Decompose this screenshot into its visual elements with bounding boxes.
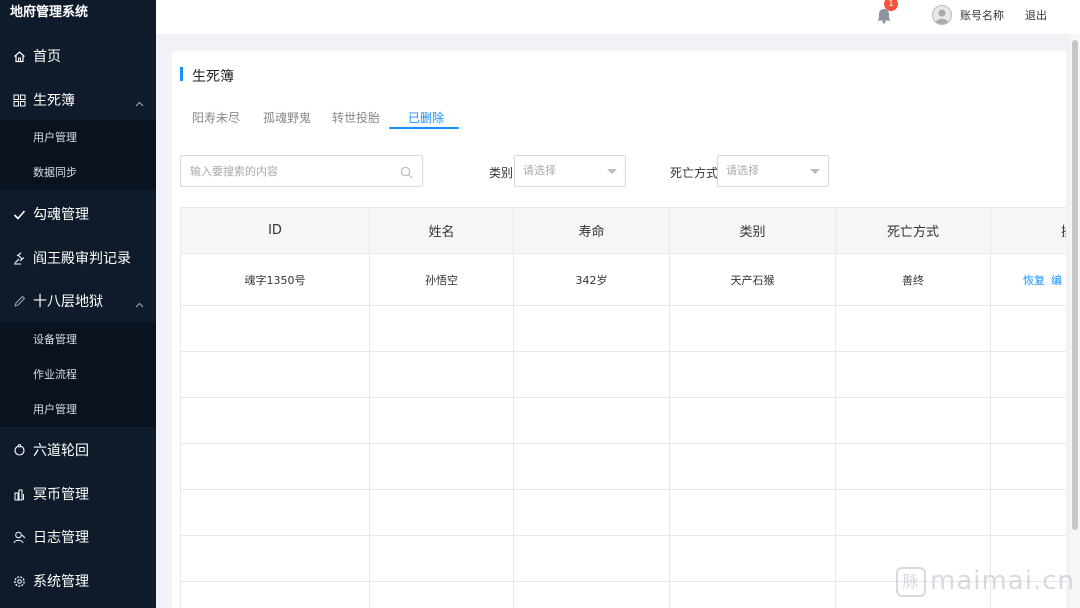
category-select-placeholder: 请选择 — [523, 164, 556, 177]
home-icon — [12, 49, 26, 63]
sidebar-item-home[interactable]: 首页 — [0, 36, 156, 76]
tab-zhuanshi-toutai[interactable]: 转世投胎 — [332, 109, 380, 126]
column-header-death-method: 死亡方式 — [835, 207, 991, 254]
column-header-id: ID — [180, 207, 370, 254]
top-bar: 1 账号名称 退出 — [156, 0, 1080, 34]
sidebar: 地府管理系统 首页 生死簿 用户管理 数据同步 勾魂管理 阎王殿审判记录 十八层… — [0, 0, 156, 608]
pen-icon — [12, 294, 26, 308]
tab-deleted[interactable]: 已删除 — [408, 109, 444, 126]
sidebar-item-label: 日志管理 — [33, 530, 89, 546]
cell-name: 孙悟空 — [369, 253, 514, 306]
cell-category: 天产石猴 — [669, 253, 836, 306]
empty-table-row — [180, 305, 1066, 352]
app-title: 地府管理系统 — [10, 5, 89, 20]
watermark: 脉 maimai.cn — [896, 566, 1075, 597]
person-icon — [12, 530, 26, 544]
empty-table-row — [180, 351, 1066, 398]
death-method-select[interactable]: 请选择 — [717, 155, 829, 187]
search-icon[interactable] — [400, 164, 413, 183]
death-method-filter-label: 死亡方式 — [670, 166, 719, 180]
cell-death-method: 善终 — [835, 253, 991, 306]
chevron-up-icon — [135, 95, 144, 111]
sidebar-subitem-workflow[interactable]: 作业流程 — [0, 357, 156, 392]
search-box — [180, 155, 423, 187]
sidebar-item-eighteen-hells[interactable]: 十八层地狱 — [0, 281, 156, 321]
sidebar-subitem-user-management[interactable]: 用户管理 — [0, 392, 156, 427]
empty-table-row — [180, 443, 1066, 490]
sidebar-item-system[interactable]: 系统管理 — [0, 561, 156, 601]
table-header-row: ID 姓名 寿命 类别 死亡方式 操 — [180, 207, 1066, 254]
sidebar-item-reincarnation[interactable]: 六道轮回 — [0, 430, 156, 470]
cell-id: 魂字1350号 — [180, 253, 370, 306]
coins-icon — [12, 487, 26, 501]
records-table: ID 姓名 寿命 类别 死亡方式 操 魂字1350号 孙悟空 342岁 天产石猴… — [180, 207, 1066, 608]
cell-actions: 恢复编 — [990, 253, 1066, 306]
sidebar-item-gouhun[interactable]: 勾魂管理 — [0, 194, 156, 234]
logout-link[interactable]: 退出 — [1025, 7, 1047, 23]
active-tab-indicator — [389, 127, 459, 129]
avatar[interactable] — [932, 5, 952, 25]
check-icon — [12, 207, 26, 221]
category-filter-label: 类别 — [489, 166, 514, 180]
sidebar-item-label: 勾魂管理 — [33, 207, 89, 223]
watermark-logo: 脉 — [896, 566, 926, 597]
main-panel: 生死簿 阳寿未尽 孤魂野鬼 转世投胎 已删除 类别 请选择 死亡方式 请选择 I… — [172, 51, 1066, 608]
chevron-up-icon — [135, 296, 144, 312]
sidebar-item-label: 六道轮回 — [33, 443, 89, 459]
notification-badge: 1 — [884, 0, 898, 11]
restore-link[interactable]: 恢复 — [1023, 274, 1045, 287]
cycle-icon — [12, 443, 26, 457]
sidebar-item-label: 十八层地狱 — [33, 294, 103, 310]
sidebar-submenu-eighteen-hells: 设备管理 作业流程 用户管理 — [0, 322, 156, 427]
empty-table-row — [180, 489, 1066, 536]
column-header-actions: 操 — [990, 207, 1066, 254]
sidebar-item-label: 阎王殿审判记录 — [33, 251, 131, 267]
column-header-lifespan: 寿命 — [513, 207, 670, 254]
sidebar-subitem-data-sync[interactable]: 数据同步 — [0, 155, 156, 190]
sidebar-item-label: 冥币管理 — [33, 487, 89, 503]
sidebar-submenu-shengsibu: 用户管理 数据同步 — [0, 120, 156, 190]
death-method-select-placeholder: 请选择 — [726, 164, 759, 177]
scrollbar-thumb[interactable] — [1072, 40, 1078, 530]
sidebar-item-judgement-records[interactable]: 阎王殿审判记录 — [0, 238, 156, 278]
empty-table-row — [180, 397, 1066, 444]
search-input[interactable] — [181, 156, 381, 186]
sidebar-item-logs[interactable]: 日志管理 — [0, 517, 156, 557]
gear-icon — [12, 574, 26, 588]
gavel-icon — [12, 251, 26, 265]
sidebar-item-shengsibu[interactable]: 生死簿 — [0, 80, 156, 120]
chevron-down-icon — [607, 169, 617, 174]
chevron-down-icon — [810, 169, 820, 174]
sidebar-subitem-user-management[interactable]: 用户管理 — [0, 120, 156, 155]
page-scrollbar[interactable] — [1070, 34, 1080, 608]
sidebar-item-label: 生死簿 — [33, 93, 75, 109]
column-header-category: 类别 — [669, 207, 836, 254]
sidebar-item-label: 首页 — [33, 49, 61, 65]
tab-yangshou-weijin[interactable]: 阳寿未尽 — [192, 109, 240, 126]
account-name[interactable]: 账号名称 — [960, 7, 1004, 23]
category-select[interactable]: 请选择 — [514, 155, 626, 187]
watermark-text: maimai.cn — [930, 566, 1076, 596]
edit-link[interactable]: 编 — [1051, 274, 1062, 287]
cell-lifespan: 342岁 — [513, 253, 670, 306]
grid-icon — [12, 93, 26, 107]
tab-guhun-yegui[interactable]: 孤魂野鬼 — [263, 109, 311, 126]
sidebar-subitem-equipment[interactable]: 设备管理 — [0, 322, 156, 357]
sidebar-item-currency[interactable]: 冥币管理 — [0, 474, 156, 514]
table-row: 魂字1350号 孙悟空 342岁 天产石猴 善终 恢复编 — [180, 253, 1066, 306]
page-title: 生死簿 — [180, 66, 234, 86]
sidebar-item-label: 系统管理 — [33, 574, 89, 590]
column-header-name: 姓名 — [369, 207, 514, 254]
